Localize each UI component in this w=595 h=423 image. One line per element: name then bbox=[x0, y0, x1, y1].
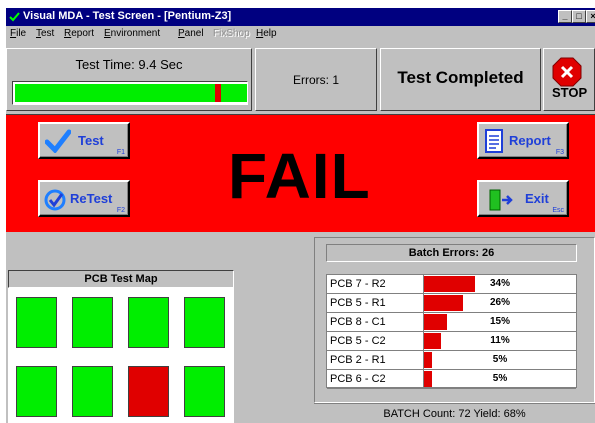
batch-row-percent: 34% bbox=[489, 278, 510, 289]
pcb-cell-pass[interactable] bbox=[16, 297, 57, 348]
batch-row: PCB 5 - C2 11% bbox=[327, 332, 576, 351]
menu-fixshop[interactable]: FixShop bbox=[213, 28, 250, 39]
report-button[interactable]: Report F3 bbox=[477, 122, 569, 159]
menu-report[interactable]: Report bbox=[64, 28, 94, 39]
batch-row: PCB 5 - R1 26% bbox=[327, 294, 576, 313]
batch-row-percent: 15% bbox=[489, 316, 510, 327]
menu-accel: P bbox=[178, 28, 185, 39]
exit-button[interactable]: Exit Esc bbox=[477, 180, 569, 217]
menu-rest: eport bbox=[71, 28, 95, 39]
batch-row-bar-track: 5% bbox=[423, 351, 576, 369]
menu-file[interactable]: File bbox=[10, 28, 26, 39]
menu-rest: elp bbox=[263, 28, 277, 39]
status-text: Test Completed bbox=[397, 68, 524, 87]
pcb-map-title: PCB Test Map bbox=[8, 270, 234, 288]
pcb-cell-pass[interactable] bbox=[72, 366, 113, 417]
pcb-cell-fail[interactable] bbox=[128, 366, 169, 417]
batch-row: PCB 6 - C2 5% bbox=[327, 370, 576, 389]
title-bar[interactable]: Visual MDA - Test Screen - [Pentium-Z3] … bbox=[6, 8, 595, 26]
test-time-panel: Test Time: 9.4 Sec bbox=[6, 48, 252, 111]
progress-marker bbox=[215, 84, 221, 102]
pcb-cell-pass[interactable] bbox=[184, 297, 225, 348]
menu-environment[interactable]: Environment bbox=[104, 28, 160, 39]
result-text: FAIL bbox=[228, 140, 371, 212]
test-progress-bar bbox=[12, 81, 248, 105]
batch-count-yield: BATCH Count: 72 Yield: 68% bbox=[383, 408, 526, 420]
batch-row-percent: 11% bbox=[490, 335, 510, 346]
menu-rest: nvironment bbox=[110, 28, 161, 39]
pcb-cell-pass[interactable] bbox=[184, 366, 225, 417]
batch-errors-table: PCB 7 - R2 34% PCB 5 - R1 26% PCB 8 - C1 15% P… bbox=[326, 274, 577, 389]
app-icon bbox=[9, 11, 20, 22]
close-button[interactable]: × bbox=[586, 10, 595, 23]
menu-bar: File Test Report Environment Panel FixSh… bbox=[6, 26, 595, 43]
menu-accel: E bbox=[104, 28, 111, 39]
batch-row-bar-track: 5% bbox=[423, 370, 576, 388]
batch-row-label: PCB 7 - R2 bbox=[330, 278, 386, 290]
batch-row: PCB 2 - R1 5% bbox=[327, 351, 576, 370]
stop-label: STOP bbox=[552, 85, 588, 100]
report-icon bbox=[485, 129, 503, 153]
report-button-label: Report bbox=[509, 133, 551, 148]
batch-row-bar-track: 11% bbox=[423, 332, 576, 350]
batch-row-label: PCB 5 - R1 bbox=[330, 297, 386, 309]
batch-row-percent: 26% bbox=[489, 297, 510, 308]
progress-fill bbox=[15, 84, 247, 102]
exit-button-fkey: Esc bbox=[552, 207, 564, 214]
batch-row-label: PCB 2 - R1 bbox=[330, 354, 386, 366]
errors-panel: Errors: 1 bbox=[255, 48, 377, 111]
status-panel: Test Completed bbox=[380, 48, 541, 111]
batch-row: PCB 7 - R2 34% bbox=[327, 275, 576, 294]
test-button-fkey: F1 bbox=[116, 149, 125, 156]
batch-footer: BATCH Count: 72 Yield: 68% bbox=[314, 403, 595, 423]
pcb-cell-pass[interactable] bbox=[72, 297, 113, 348]
batch-row-bar-track: 15% bbox=[423, 313, 576, 331]
menu-help[interactable]: Help bbox=[256, 28, 277, 39]
test-time-label: Test Time: 9.4 Sec bbox=[75, 57, 183, 72]
test-button-label: Test bbox=[78, 133, 104, 148]
menu-rest: anel bbox=[184, 28, 204, 39]
batch-row: PCB 8 - C1 15% bbox=[327, 313, 576, 332]
pcb-cell-pass[interactable] bbox=[128, 297, 169, 348]
maximize-button[interactable]: □ bbox=[572, 10, 586, 23]
retest-button-fkey: F2 bbox=[116, 207, 125, 214]
retest-button[interactable]: ReTest F2 bbox=[38, 180, 130, 217]
batch-row-label: PCB 8 - C1 bbox=[330, 316, 386, 328]
menu-test[interactable]: Test bbox=[36, 28, 54, 39]
batch-row-bar-track: 34% bbox=[423, 275, 576, 293]
checkmark-icon bbox=[45, 129, 71, 153]
menu-rest: est bbox=[41, 28, 55, 39]
menu-rest: ile bbox=[16, 28, 27, 39]
batch-errors-title: Batch Errors: 26 bbox=[326, 244, 577, 262]
report-button-fkey: F3 bbox=[555, 149, 564, 156]
retest-icon bbox=[44, 189, 66, 211]
test-button[interactable]: Test F1 bbox=[38, 122, 130, 159]
pcb-cell-pass[interactable] bbox=[16, 366, 57, 417]
stop-button[interactable]: STOP bbox=[543, 48, 595, 111]
pcb-test-map bbox=[8, 288, 234, 423]
exit-button-label: Exit bbox=[525, 191, 549, 206]
window-title: Visual MDA - Test Screen - [Pentium-Z3] bbox=[23, 10, 232, 22]
batch-row-percent: 5% bbox=[492, 354, 508, 365]
exit-door-icon bbox=[489, 189, 513, 211]
batch-row-percent: 5% bbox=[492, 373, 508, 384]
menu-panel[interactable]: Panel bbox=[178, 28, 204, 39]
batch-row-label: PCB 6 - C2 bbox=[330, 373, 386, 385]
retest-button-label: ReTest bbox=[70, 191, 113, 206]
stop-icon bbox=[552, 57, 582, 87]
minimize-button[interactable]: _ bbox=[558, 10, 572, 23]
batch-row-label: PCB 5 - C2 bbox=[330, 335, 386, 347]
batch-row-bar-track: 26% bbox=[423, 294, 576, 312]
errors-label: Errors: 1 bbox=[292, 73, 339, 87]
